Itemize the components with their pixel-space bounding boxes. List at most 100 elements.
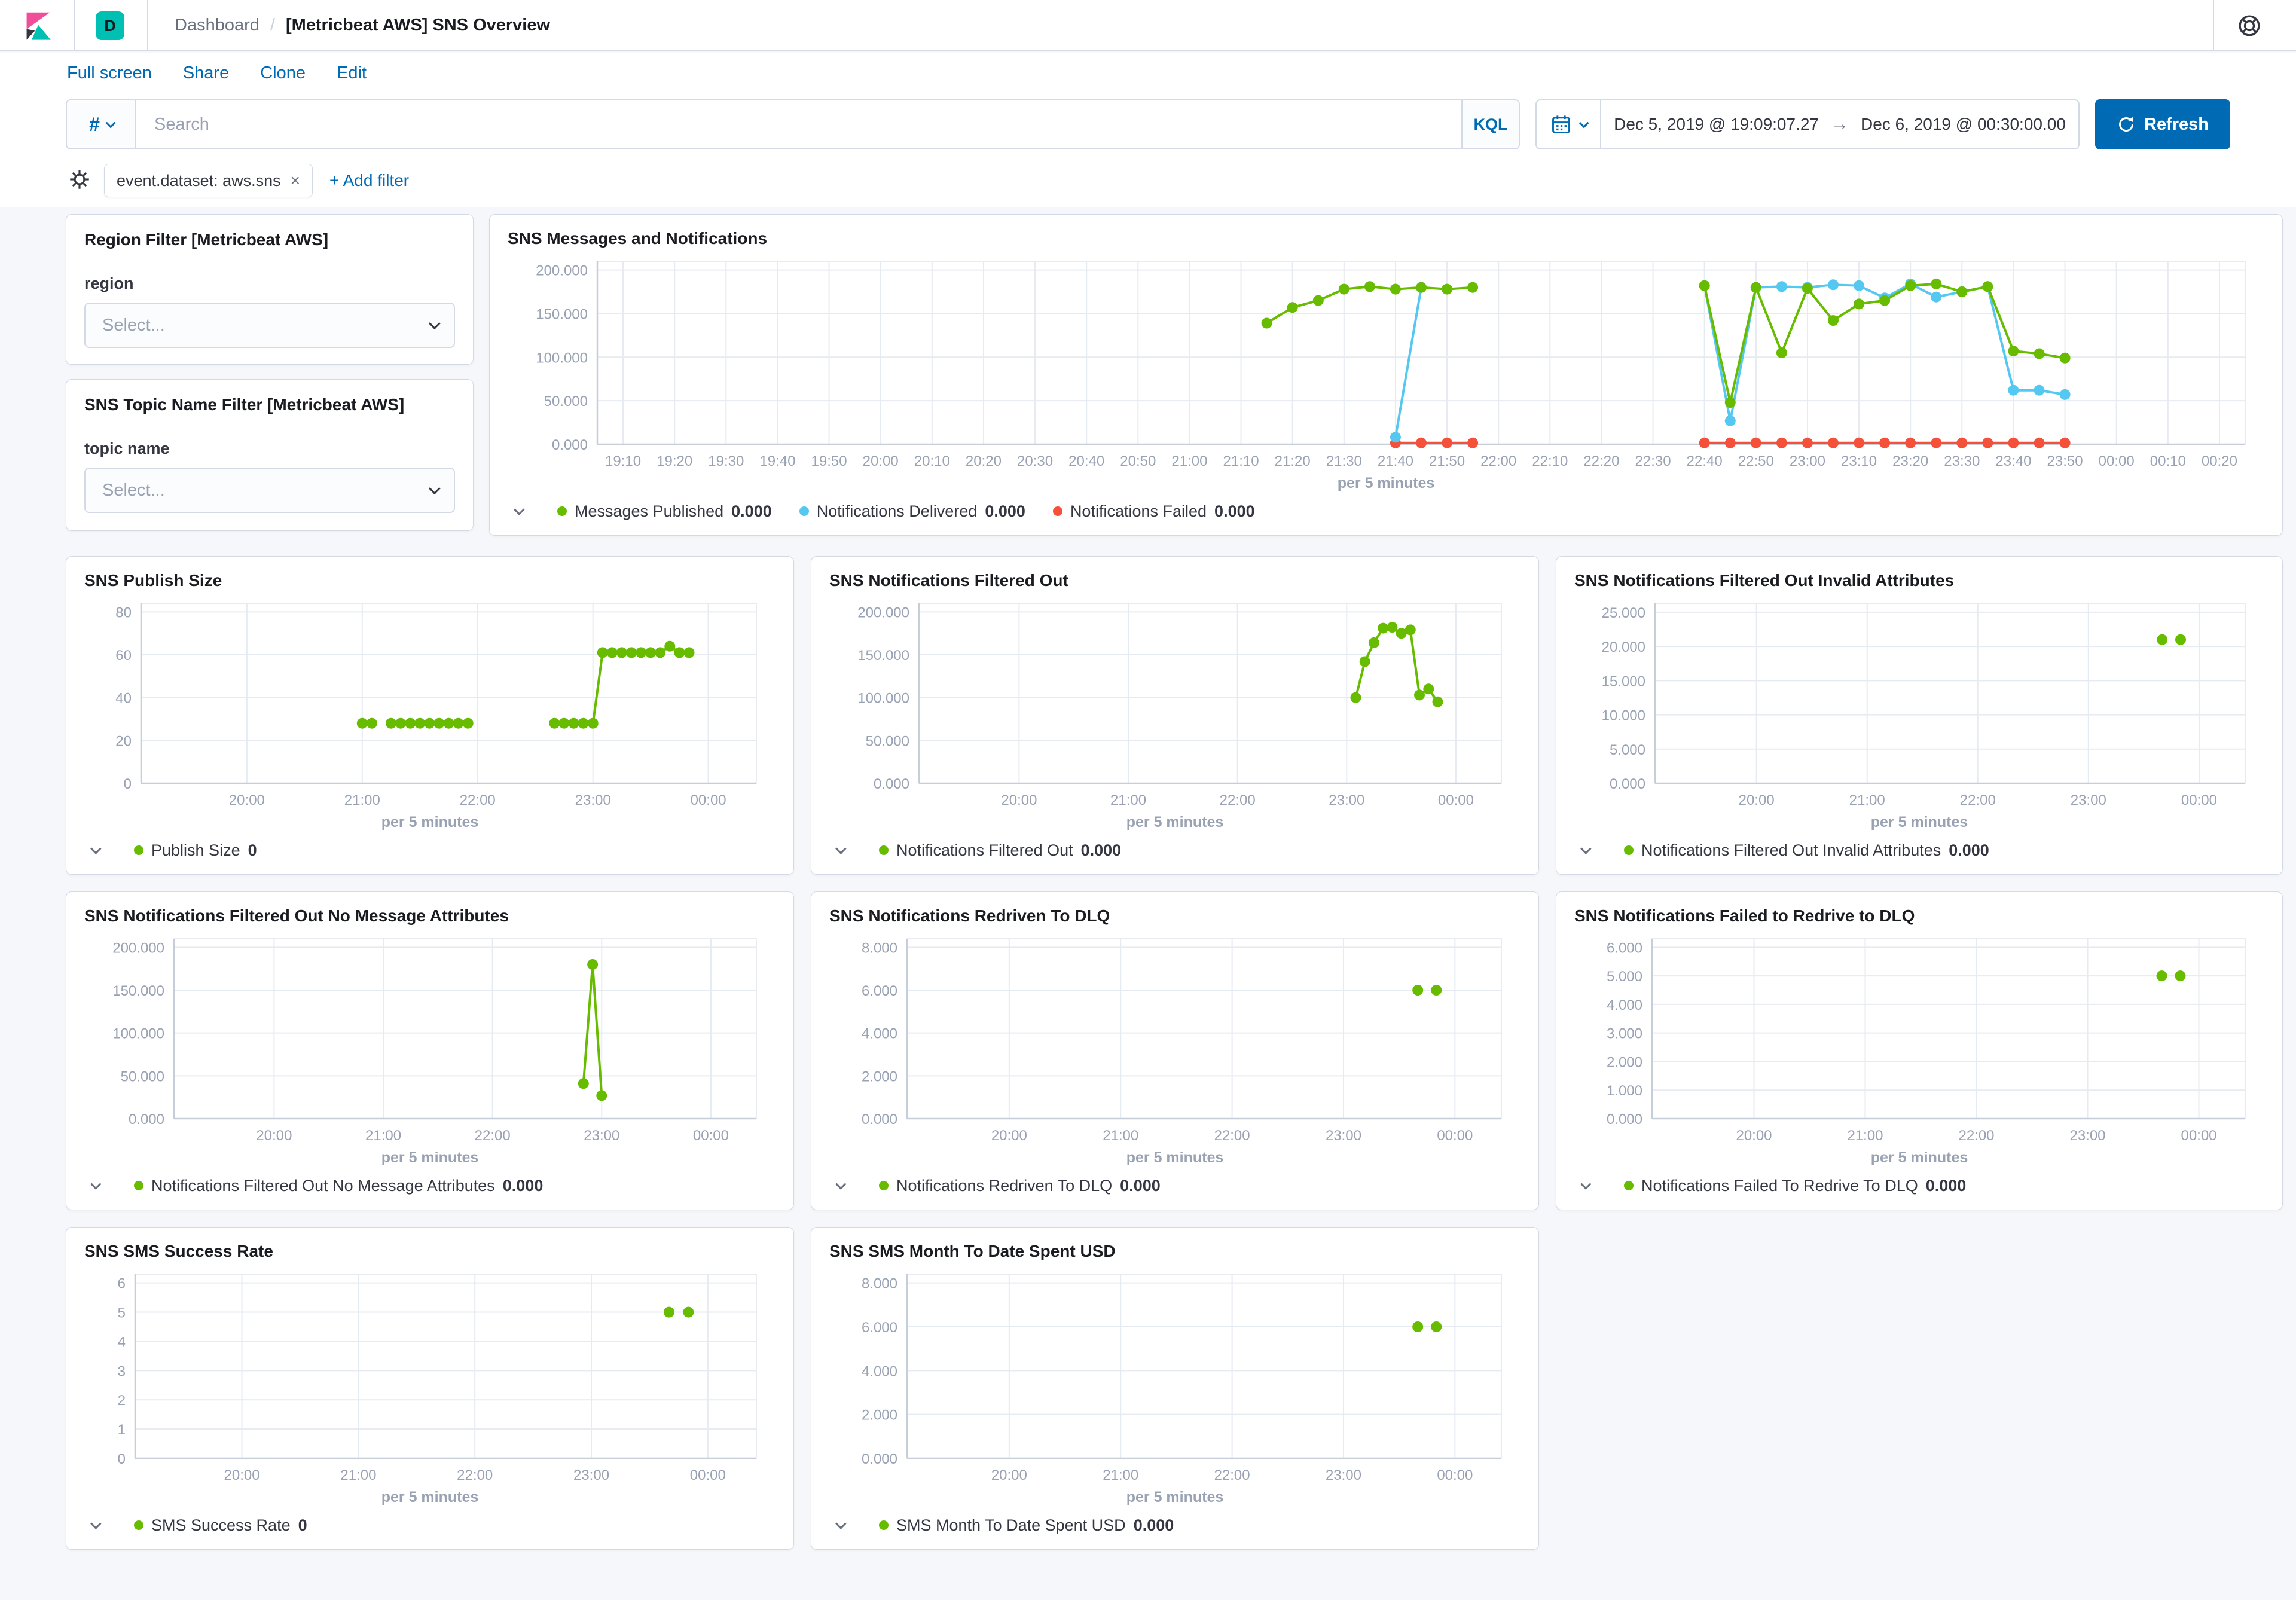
chart-plot-area[interactable]: 20:0021:0022:0023:0000:00020406080 <box>84 594 775 811</box>
header-divider <box>147 0 148 50</box>
svg-text:23:00: 23:00 <box>575 792 611 808</box>
chart-plot-area[interactable]: 20:0021:0022:0023:0000:000.00050.000100.… <box>829 594 1521 811</box>
legend-collapse-icon[interactable] <box>1580 843 1591 854</box>
x-axis-title: per 5 minutes <box>508 472 2264 494</box>
svg-text:00:00: 00:00 <box>2181 792 2217 808</box>
chart-canvas[interactable]: 20:0021:0022:0023:0000:000.0002.0004.000… <box>829 1265 1521 1486</box>
legend-collapse-icon[interactable] <box>835 1178 846 1189</box>
legend-item[interactable]: Notifications Filtered Out Invalid Attri… <box>1624 841 1989 860</box>
chart-legend: Notifications Failed To Redrive To DLQ0.… <box>1574 1169 2264 1201</box>
chart-canvas[interactable]: 20:0021:0022:0023:0000:000.00050.000100.… <box>84 929 775 1146</box>
chart-plot-area[interactable]: 20:0021:0022:0023:0000:000.0002.0004.000… <box>829 929 1521 1146</box>
chart-plot-area[interactable]: 19:1019:2019:3019:4019:5020:0020:1020:20… <box>508 252 2264 472</box>
legend-item[interactable]: Notifications Failed To Redrive To DLQ0.… <box>1624 1177 1966 1195</box>
legend-collapse-icon[interactable] <box>1580 1178 1591 1189</box>
hash-icon: # <box>89 114 100 136</box>
chart-plot-area[interactable]: 20:0021:0022:0023:0000:000123456 <box>84 1265 775 1486</box>
legend-collapse-icon[interactable] <box>835 843 846 854</box>
svg-text:40: 40 <box>115 691 132 707</box>
panel-title: SNS Notifications Filtered Out <box>829 571 1521 590</box>
breadcrumb-dashboard[interactable]: Dashboard <box>175 16 259 35</box>
chart-panel-publish-size: SNS Publish Size 20:0021:0022:0023:0000:… <box>66 556 794 875</box>
svg-text:1.000: 1.000 <box>1607 1083 1642 1099</box>
date-range-picker: Dec 5, 2019 @ 19:09:07.27 → Dec 6, 2019 … <box>1535 99 2080 149</box>
legend-value: 0.000 <box>1120 1177 1161 1195</box>
legend-label: SMS Success Rate <box>151 1516 291 1535</box>
chart-canvas[interactable]: 20:0021:0022:0023:0000:00020406080 <box>84 594 775 811</box>
calendar-menu-button[interactable] <box>1537 100 1601 148</box>
svg-text:21:00: 21:00 <box>365 1128 401 1144</box>
legend-collapse-icon[interactable] <box>835 1518 846 1529</box>
svg-text:00:00: 00:00 <box>1437 1467 1473 1483</box>
legend-item[interactable]: SMS Month To Date Spent USD0.000 <box>879 1516 1174 1535</box>
legend-item[interactable]: Publish Size0 <box>134 841 257 860</box>
legend-item[interactable]: Notifications Filtered Out0.000 <box>879 841 1121 860</box>
chart-canvas[interactable]: 20:0021:0022:0023:0000:000.0001.0002.000… <box>1574 929 2264 1146</box>
clone-link[interactable]: Clone <box>260 63 306 83</box>
legend-collapse-icon[interactable] <box>90 843 101 854</box>
panel-title: SNS Publish Size <box>84 571 775 590</box>
chart-canvas[interactable]: 20:0021:0022:0023:0000:000.0005.00010.00… <box>1574 594 2264 811</box>
region-select[interactable]: Select... <box>84 303 455 348</box>
svg-text:19:50: 19:50 <box>811 453 847 469</box>
space-avatar[interactable]: D <box>96 11 124 40</box>
svg-text:8.000: 8.000 <box>862 940 897 956</box>
chart-plot-area[interactable]: 20:0021:0022:0023:0000:000.0005.00010.00… <box>1574 594 2264 811</box>
legend-item[interactable]: Notifications Redriven To DLQ0.000 <box>879 1177 1161 1195</box>
svg-text:23:20: 23:20 <box>1892 453 1928 469</box>
chart-canvas[interactable]: 19:1019:2019:3019:4019:5020:0020:1020:20… <box>508 252 2264 472</box>
legend-value: 0.000 <box>1926 1177 1967 1195</box>
x-axis-title: per 5 minutes <box>829 811 1521 833</box>
chart-canvas[interactable]: 20:0021:0022:0023:0000:000123456 <box>84 1265 775 1486</box>
legend-item[interactable]: Notifications Filtered Out No Message At… <box>134 1177 543 1195</box>
kibana-dashboard: D Dashboard / [Metricbeat AWS] SNS Overv… <box>0 0 2296 1600</box>
svg-text:150.000: 150.000 <box>112 983 164 999</box>
topic-name-select[interactable]: Select... <box>84 468 455 513</box>
svg-text:22:00: 22:00 <box>1214 1128 1250 1144</box>
legend-value: 0 <box>248 841 257 860</box>
svg-text:23:40: 23:40 <box>1995 453 2031 469</box>
series-color-dot <box>1053 506 1062 516</box>
start-date-button[interactable]: Dec 5, 2019 @ 19:09:07.27 <box>1614 115 1819 134</box>
legend-item[interactable]: Notifications Failed0.000 <box>1053 502 1255 521</box>
svg-text:22:00: 22:00 <box>1214 1467 1250 1483</box>
filter-pill[interactable]: event.dataset: aws.sns × <box>104 164 313 197</box>
svg-text:21:30: 21:30 <box>1326 453 1362 469</box>
legend-collapse-icon[interactable] <box>90 1518 101 1529</box>
svg-text:20:40: 20:40 <box>1068 453 1104 469</box>
chart-panel-notifications-filtered-out: SNS Notifications Filtered Out 20:0021:0… <box>811 556 1539 875</box>
svg-text:23:00: 23:00 <box>584 1128 619 1144</box>
svg-text:10.000: 10.000 <box>1602 708 1645 724</box>
help-icon[interactable] <box>2237 14 2261 38</box>
add-filter-link[interactable]: + Add filter <box>329 171 409 190</box>
chart-canvas[interactable]: 20:0021:0022:0023:0000:000.00050.000100.… <box>829 594 1521 811</box>
series-color-dot <box>879 1181 889 1190</box>
legend-collapse-icon[interactable] <box>514 504 524 515</box>
search-input[interactable]: Search <box>136 100 1461 148</box>
filter-options-gear-icon[interactable] <box>67 167 92 195</box>
chart-plot-area[interactable]: 20:0021:0022:0023:0000:000.0001.0002.000… <box>1574 929 2264 1146</box>
svg-text:19:10: 19:10 <box>605 453 641 469</box>
chart-plot-area[interactable]: 20:0021:0022:0023:0000:000.0002.0004.000… <box>829 1265 1521 1486</box>
edit-link[interactable]: Edit <box>337 63 367 83</box>
legend-item[interactable]: SMS Success Rate0 <box>134 1516 307 1535</box>
chart-plot-area[interactable]: 20:0021:0022:0023:0000:000.00050.000100.… <box>84 929 775 1146</box>
chart-canvas[interactable]: 20:0021:0022:0023:0000:000.0002.0004.000… <box>829 929 1521 1146</box>
refresh-button[interactable]: Refresh <box>2095 99 2230 149</box>
query-language-button[interactable]: KQL <box>1461 100 1519 148</box>
svg-text:21:00: 21:00 <box>1103 1128 1138 1144</box>
kibana-logo[interactable] <box>23 11 54 41</box>
query-bar: # Search KQL <box>66 99 2230 149</box>
share-link[interactable]: Share <box>183 63 229 83</box>
svg-text:00:00: 00:00 <box>2099 453 2135 469</box>
header-divider <box>74 0 75 50</box>
full-screen-link[interactable]: Full screen <box>67 63 152 83</box>
end-date-button[interactable]: Dec 6, 2019 @ 00:30:00.00 <box>1861 115 2066 134</box>
panel-title: SNS Topic Name Filter [Metricbeat AWS] <box>84 395 455 414</box>
legend-item[interactable]: Notifications Delivered0.000 <box>799 502 1025 521</box>
svg-text:20:00: 20:00 <box>991 1128 1027 1144</box>
saved-query-menu-button[interactable]: # <box>67 100 136 148</box>
legend-collapse-icon[interactable] <box>90 1178 101 1189</box>
legend-item[interactable]: Messages Published0.000 <box>557 502 772 521</box>
remove-filter-icon[interactable]: × <box>291 171 300 190</box>
